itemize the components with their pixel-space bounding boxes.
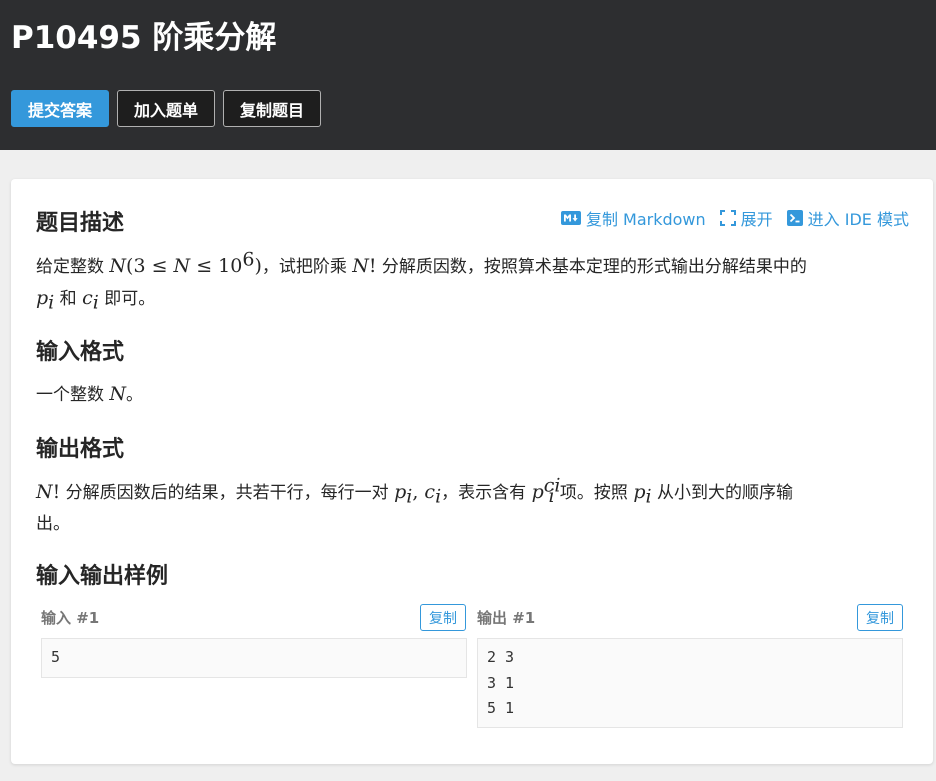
sample-input-label: 输入 #1 xyxy=(41,609,100,627)
header-actions: 提交答案 加入题单 复制题目 xyxy=(11,90,925,127)
sample-output-line: 3 1 xyxy=(487,673,515,692)
ide-mode-label: 进入 IDE 模式 xyxy=(807,210,909,229)
math-var: N xyxy=(173,255,191,277)
text-segment: 分解质因数，按照算术基本定理的形式输出分解结果中的 xyxy=(376,257,807,277)
expand-label: 展开 xyxy=(740,210,773,229)
copy-input-button[interactable]: 复制 xyxy=(420,604,466,631)
text-segment: ，试把阶乘 xyxy=(261,257,353,277)
math-var: N xyxy=(36,481,53,503)
math-text: ! xyxy=(368,255,377,277)
sample-input-box: 5 xyxy=(41,638,467,678)
text-segment: 分解质因数后的结果，共若干行，每行一对 xyxy=(60,483,395,503)
text-segment: 即可。 xyxy=(98,289,156,309)
description-text: 给定整数 N(3 ≤ N ≤ 106)，试把阶乘 N! 分解质因数，按照算术基本… xyxy=(36,248,908,315)
math-var: N xyxy=(109,383,127,405)
math-exponent: 6 xyxy=(242,248,255,271)
sample-output-line: 2 3 xyxy=(487,648,515,666)
page-title: P10495 阶乘分解 xyxy=(11,20,277,56)
samples-heading: 输入输出样例 xyxy=(36,564,169,589)
math-var: N xyxy=(109,255,127,277)
text-segment: 出。 xyxy=(36,514,70,534)
expand-icon xyxy=(719,210,736,226)
math-var: c xyxy=(82,287,93,309)
text-segment: ，表示含有 xyxy=(441,483,532,503)
math-text: ) xyxy=(254,255,262,277)
ide-mode-button[interactable]: 进入 IDE 模式 xyxy=(786,206,909,230)
sample-output-line: 5 1 xyxy=(487,699,515,717)
math-text: ≤ 10 xyxy=(190,255,243,277)
input-format-heading: 输入格式 xyxy=(36,340,125,365)
sample-input-line: 5 xyxy=(51,648,61,666)
problem-header: P10495 阶乘分解 提交答案 加入题单 复制题目 xyxy=(0,0,936,150)
math-var: N xyxy=(352,255,369,277)
text-segment: 从小到大的顺序输 xyxy=(651,483,793,503)
math-var: p xyxy=(36,287,49,309)
input-format-text: 一个整数 N。 xyxy=(36,379,908,411)
math-text: , xyxy=(412,481,425,503)
terminal-icon xyxy=(786,210,803,226)
math-var: p xyxy=(633,481,646,503)
copy-markdown-label: 复制 Markdown xyxy=(585,210,706,229)
math-var: p xyxy=(394,481,407,503)
text-segment: 一个整数 xyxy=(36,385,110,405)
submit-answer-button[interactable]: 提交答案 xyxy=(11,90,110,127)
expand-button[interactable]: 展开 xyxy=(719,206,773,230)
text-segment: 和 xyxy=(54,289,83,309)
text-segment: 项。按照 xyxy=(554,483,634,503)
add-to-list-button[interactable]: 加入题单 xyxy=(117,90,216,127)
sample-output-box: 2 3 3 1 5 1 xyxy=(477,638,903,728)
output-format-text: N! 分解质因数后的结果，共若干行，每行一对 pi, ci，表示含有 pcii … xyxy=(36,476,908,540)
description-heading: 题目描述 xyxy=(36,211,125,236)
text-segment: 。 xyxy=(126,385,144,405)
text-segment: 给定整数 xyxy=(36,257,110,277)
copy-output-button[interactable]: 复制 xyxy=(857,604,903,631)
sample-output-label: 输出 #1 xyxy=(477,609,536,627)
markdown-icon xyxy=(560,211,581,225)
problem-card: 题目描述 复制 Markdown 展开 进入 IDE 模式 给定整数 N(3 ≤… xyxy=(11,179,933,764)
copy-markdown-button[interactable]: 复制 Markdown xyxy=(560,206,706,230)
problem-toolbar: 复制 Markdown 展开 进入 IDE 模式 xyxy=(560,206,909,230)
math-text: (3 ≤ xyxy=(126,255,174,277)
output-format-heading: 输出格式 xyxy=(36,437,125,462)
copy-problem-button[interactable]: 复制题目 xyxy=(223,90,322,127)
math-var: c xyxy=(424,481,436,503)
math-var: p xyxy=(531,481,544,503)
